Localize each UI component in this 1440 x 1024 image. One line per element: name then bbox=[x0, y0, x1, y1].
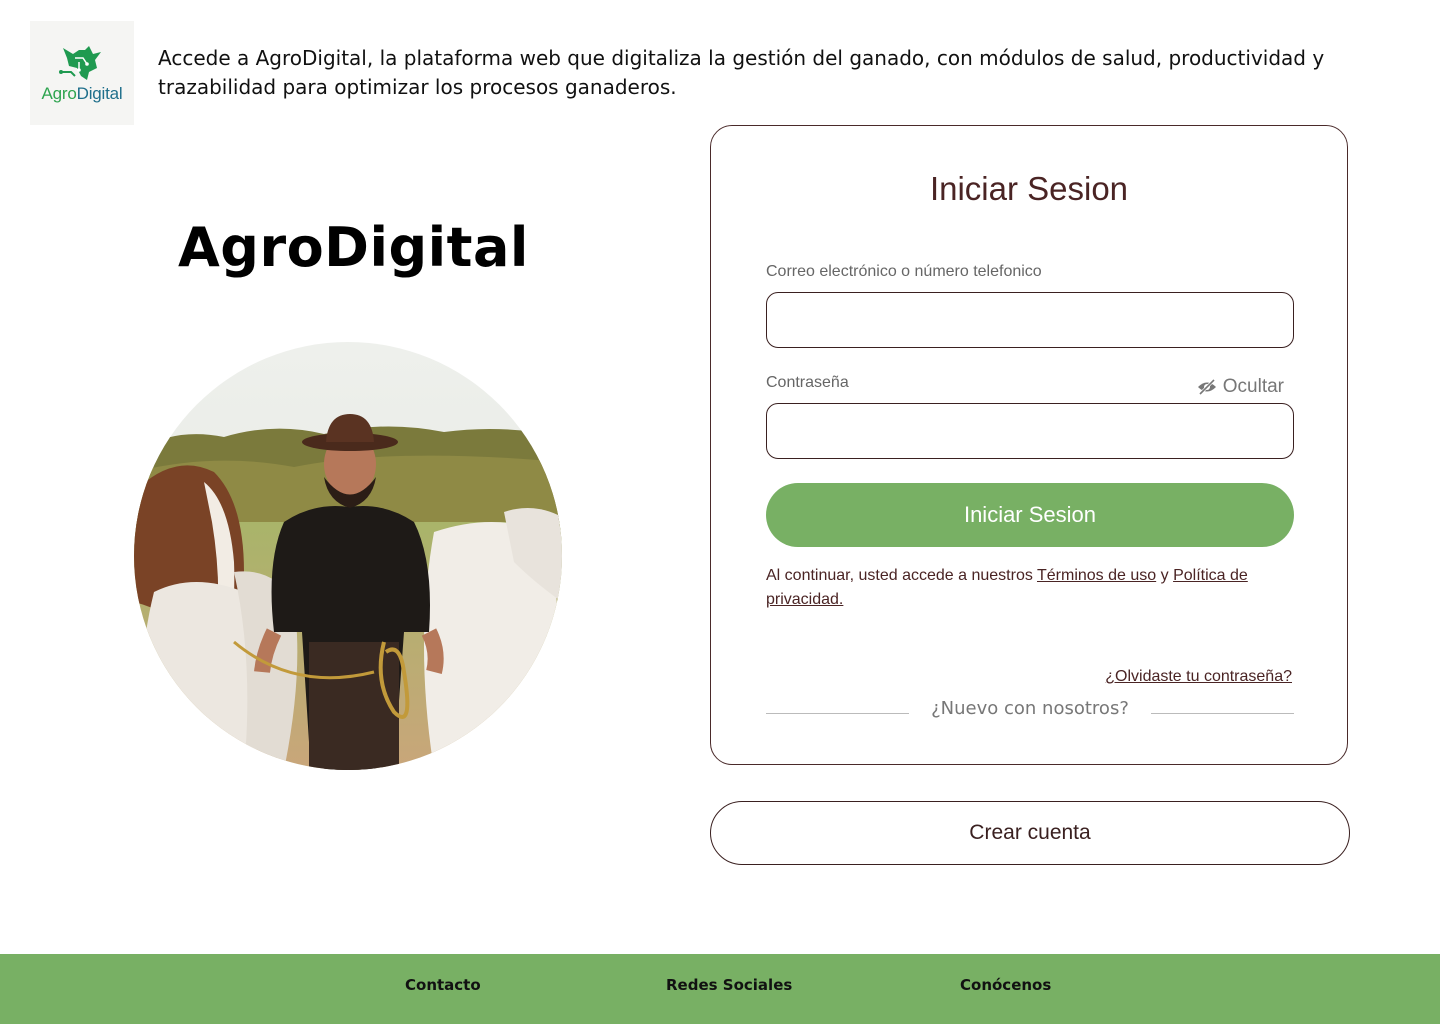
footer-link-social[interactable]: Redes Sociales bbox=[666, 976, 792, 994]
new-user-divider-text: ¿Nuevo con nosotros? bbox=[931, 698, 1129, 719]
new-user-divider: ¿Nuevo con nosotros? bbox=[766, 696, 1294, 726]
logo-wordmark: AgroDigital bbox=[42, 84, 123, 104]
login-title: Iniciar Sesion bbox=[929, 170, 1129, 207]
login-card: Iniciar Sesion Correo electrónico o núme… bbox=[710, 125, 1348, 765]
terms-connector: y bbox=[1156, 567, 1174, 584]
email-field[interactable] bbox=[766, 292, 1294, 348]
footer-link-contact[interactable]: Contacto bbox=[405, 976, 481, 994]
footer-link-about[interactable]: Conócenos bbox=[960, 976, 1051, 994]
hide-password-label: Ocultar bbox=[1222, 376, 1284, 397]
login-submit-button[interactable]: Iniciar Sesion bbox=[766, 483, 1294, 547]
password-field[interactable] bbox=[766, 403, 1294, 459]
terms-of-use-link[interactable]: Términos de uso bbox=[1037, 567, 1156, 584]
logo[interactable]: AgroDigital bbox=[30, 21, 134, 125]
email-label: Correo electrónico o número telefonico bbox=[766, 263, 1042, 280]
page-tagline: Accede a AgroDigital, la plataforma web … bbox=[158, 46, 1325, 99]
logo-word-digital: Digital bbox=[76, 84, 123, 103]
footer: Contacto Redes Sociales Conócenos bbox=[0, 954, 1440, 1024]
hero-photo bbox=[134, 342, 562, 770]
terms-notice: Al continuar, usted accede a nuestros Té… bbox=[766, 564, 1294, 612]
bull-head-circuit-icon bbox=[59, 46, 101, 80]
password-label: Contraseña bbox=[766, 374, 849, 391]
terms-prefix: Al continuar, usted accede a nuestros bbox=[766, 567, 1037, 584]
forgot-password-link[interactable]: ¿Olvidaste tu contraseña? bbox=[1105, 668, 1292, 686]
divider-line-right bbox=[1151, 713, 1294, 714]
logo-word-agro: Agro bbox=[41, 84, 77, 103]
brand-title: AgroDigital bbox=[178, 216, 529, 279]
eye-slash-icon bbox=[1197, 379, 1216, 395]
hide-password-toggle[interactable]: Ocultar bbox=[1197, 376, 1284, 398]
create-account-button[interactable]: Crear cuenta bbox=[710, 801, 1350, 865]
